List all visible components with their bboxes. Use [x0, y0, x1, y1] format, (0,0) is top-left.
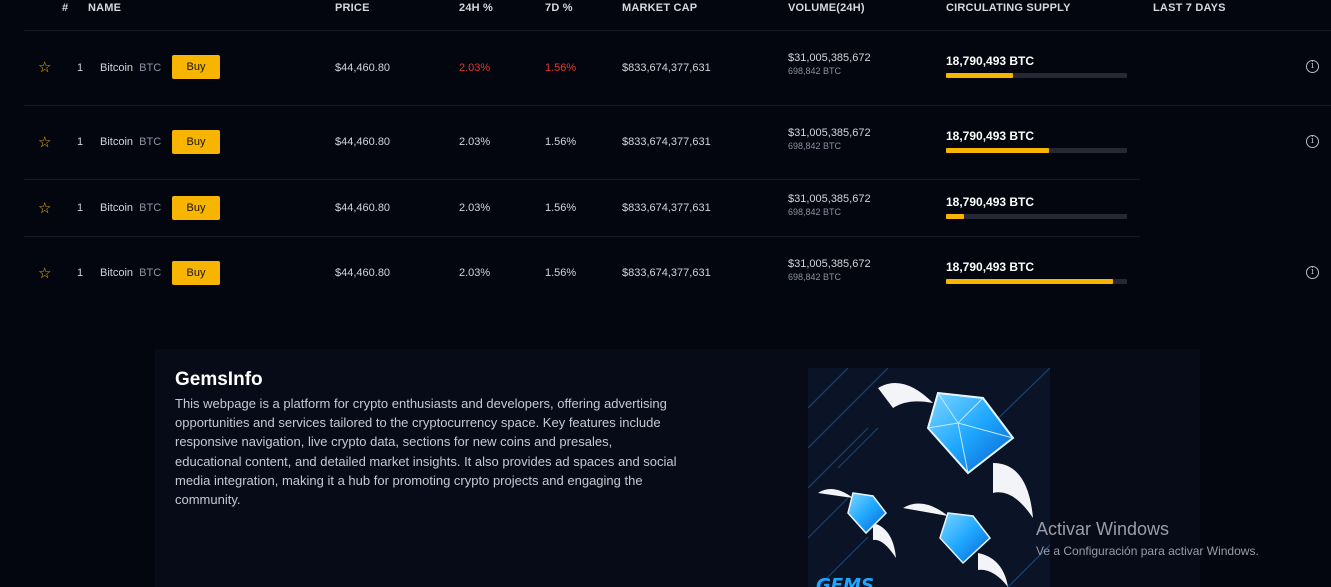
- supply-progress-bar: [946, 214, 1127, 219]
- rank-cell: 1: [77, 62, 84, 74]
- supply-value: 18,790,493 BTC: [946, 129, 1035, 143]
- change-7d-cell: 1.56%: [545, 62, 577, 74]
- gems-logo-text: GEMS: [816, 575, 874, 587]
- card-title: GemsInfo: [175, 369, 263, 390]
- supply-progress-fill: [946, 279, 1113, 284]
- star-icon[interactable]: ☆: [38, 266, 51, 281]
- coin-symbol: BTC: [139, 267, 162, 279]
- supply-progress-bar: [946, 73, 1127, 78]
- info-icon[interactable]: i: [1306, 266, 1319, 279]
- header-price[interactable]: PRICE: [335, 2, 370, 14]
- supply-progress-bar: [946, 279, 1127, 284]
- price-cell: $44,460.80: [335, 267, 391, 279]
- volume-usd: $31,005,385,672: [788, 127, 871, 139]
- change-7d-cell: 1.56%: [545, 136, 577, 148]
- activation-watermark-title: Activar Windows: [1036, 519, 1170, 539]
- header-24h[interactable]: 24H %: [459, 2, 493, 14]
- volume-usd: $31,005,385,672: [788, 52, 871, 64]
- price-cell: $44,460.80: [335, 136, 391, 148]
- star-icon[interactable]: ☆: [38, 60, 51, 75]
- supply-value: 18,790,493 BTC: [946, 260, 1035, 274]
- supply-progress-bar: [946, 148, 1127, 153]
- coin-name-text: Bitcoin: [100, 267, 134, 279]
- volume-cell: $31,005,385,672 698,842 BTC: [788, 258, 871, 282]
- small-gem-right: [903, 503, 1008, 587]
- table-row[interactable]: ☆ 1 Bitcoin BTC Buy $44,460.80 2.03% 1.5…: [24, 237, 1331, 312]
- header-rank[interactable]: #: [62, 2, 68, 14]
- buy-button[interactable]: Buy: [172, 55, 220, 79]
- market-cap-cell: $833,674,377,631: [622, 136, 711, 148]
- table-row[interactable]: ☆ 1 Bitcoin BTC Buy $44,460.80 2.03% 1.5…: [24, 179, 1140, 237]
- supply-value: 18,790,493 BTC: [946, 54, 1035, 68]
- header-supply[interactable]: CIRCULATING SUPPLY: [946, 2, 1071, 14]
- change-24h-cell: 2.03%: [459, 267, 491, 279]
- volume-usd: $31,005,385,672: [788, 258, 871, 270]
- gems-artwork: GEMS: [808, 368, 1050, 587]
- table-row[interactable]: ☆ 1 Bitcoin BTC Buy $44,460.80 2.03% 1.5…: [24, 105, 1331, 179]
- market-cap-cell: $833,674,377,631: [622, 62, 711, 74]
- volume-btc: 698,842 BTC: [788, 66, 842, 76]
- coin-symbol: BTC: [139, 202, 162, 214]
- header-name[interactable]: NAME: [88, 2, 121, 14]
- market-cap-cell: $833,674,377,631: [622, 202, 711, 214]
- volume-usd: $31,005,385,672: [788, 193, 871, 205]
- volume-btc: 698,842 BTC: [788, 272, 842, 282]
- header-volume[interactable]: VOLUME(24H): [788, 2, 865, 14]
- change-24h-cell: 2.03%: [459, 136, 491, 148]
- change-24h-cell: 2.03%: [459, 202, 491, 214]
- activation-watermark-subtitle: Ve a Configuración para activar Windows.: [1036, 544, 1259, 558]
- coin-name[interactable]: Bitcoin BTC: [100, 202, 161, 214]
- rank-cell: 1: [77, 136, 84, 148]
- table-row[interactable]: ☆ 1 Bitcoin BTC Buy $44,460.80 2.03% 1.5…: [24, 30, 1331, 105]
- rank-cell: 1: [77, 202, 84, 214]
- card-description: This webpage is a platform for crypto en…: [175, 396, 677, 508]
- volume-cell: $31,005,385,672 698,842 BTC: [788, 127, 871, 151]
- supply-progress-fill: [946, 148, 1050, 153]
- star-icon[interactable]: ☆: [38, 201, 51, 216]
- buy-button[interactable]: Buy: [172, 261, 220, 285]
- price-cell: $44,460.80: [335, 62, 391, 74]
- volume-btc: 698,842 BTC: [788, 207, 842, 217]
- buy-button[interactable]: Buy: [172, 130, 220, 154]
- market-cap-cell: $833,674,377,631: [622, 267, 711, 279]
- price-cell: $44,460.80: [335, 202, 391, 214]
- gems-illustration: GEMS: [808, 368, 1050, 587]
- big-gem: [878, 383, 1033, 518]
- rank-cell: 1: [77, 267, 84, 279]
- coin-name-text: Bitcoin: [100, 202, 134, 214]
- table-header: # NAME PRICE 24H % 7D % MARKET CAP VOLUM…: [24, 0, 1331, 30]
- header-7d[interactable]: 7D %: [545, 2, 573, 14]
- crypto-table: # NAME PRICE 24H % 7D % MARKET CAP VOLUM…: [24, 0, 1331, 312]
- coin-name-text: Bitcoin: [100, 62, 134, 74]
- change-24h-cell: 2.03%: [459, 62, 491, 74]
- buy-button[interactable]: Buy: [172, 196, 220, 220]
- star-icon[interactable]: ☆: [38, 135, 51, 150]
- coin-name-text: Bitcoin: [100, 136, 134, 148]
- volume-btc: 698,842 BTC: [788, 141, 842, 151]
- info-icon[interactable]: i: [1306, 60, 1319, 73]
- header-market-cap[interactable]: MARKET CAP: [622, 2, 697, 14]
- supply-progress-fill: [946, 214, 965, 219]
- change-7d-cell: 1.56%: [545, 202, 577, 214]
- header-last-7-days[interactable]: LAST 7 DAYS: [1153, 2, 1226, 14]
- coin-name[interactable]: Bitcoin BTC: [100, 62, 161, 74]
- supply-progress-fill: [946, 73, 1013, 78]
- info-icon[interactable]: i: [1306, 135, 1319, 148]
- change-7d-cell: 1.56%: [545, 267, 577, 279]
- coin-symbol: BTC: [139, 62, 162, 74]
- coin-name[interactable]: Bitcoin BTC: [100, 136, 161, 148]
- coin-symbol: BTC: [139, 136, 162, 148]
- volume-cell: $31,005,385,672 698,842 BTC: [788, 193, 871, 217]
- supply-value: 18,790,493 BTC: [946, 195, 1035, 209]
- volume-cell: $31,005,385,672 698,842 BTC: [788, 52, 871, 76]
- coin-name[interactable]: Bitcoin BTC: [100, 267, 161, 279]
